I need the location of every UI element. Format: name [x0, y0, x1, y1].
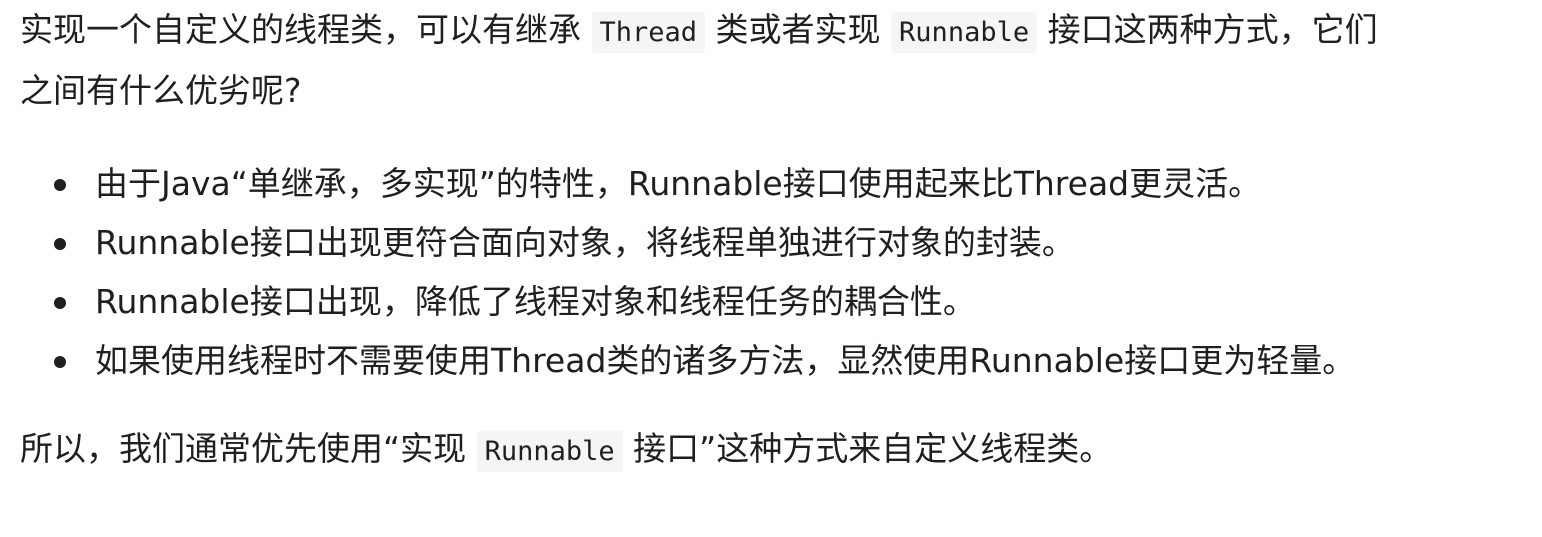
list-item-text: Runnable接口出现，降低了线程对象和线程任务的耦合性。: [95, 282, 976, 321]
list-item: 由于Java“单继承，多实现”的特性，Runnable接口使用起来比Thread…: [20, 154, 1320, 213]
bullet-dot-icon: [54, 297, 66, 309]
list-item-text: 由于Java“单继承，多实现”的特性，Runnable接口使用起来比Thread…: [95, 164, 1262, 203]
inline-code-thread: Thread: [591, 12, 706, 53]
list-item: Runnable接口出现更符合面向对象，将线程单独进行对象的封装。: [20, 213, 1320, 272]
outro-text-2: 接口”这种方式来自定义线程类。: [633, 429, 1113, 468]
list-item-text: 如果使用线程时不需要使用Thread类的诸多方法，显然使用Runnable接口更…: [95, 341, 1356, 380]
bullet-dot-icon: [54, 238, 66, 250]
document-body: 实现一个自定义的线程类，可以有继承 Thread 类或者实现 Runnable …: [0, 0, 1542, 537]
advantages-list: 由于Java“单继承，多实现”的特性，Runnable接口使用起来比Thread…: [20, 154, 1355, 390]
list-item-text: Runnable接口出现更符合面向对象，将线程单独进行对象的封装。: [95, 223, 1075, 262]
conclusion-paragraph: 所以，我们通常优先使用“实现 Runnable 接口”这种方式来自定义线程类。: [20, 420, 1380, 481]
list-item: 如果使用线程时不需要使用Thread类的诸多方法，显然使用Runnable接口更…: [20, 331, 1355, 390]
intro-text-2: 类或者实现: [715, 10, 881, 49]
intro-text-1: 实现一个自定义的线程类，可以有继承: [20, 10, 581, 49]
list-item: Runnable接口出现，降低了线程对象和线程任务的耦合性。: [20, 272, 1320, 331]
inline-code-runnable: Runnable: [891, 12, 1038, 53]
inline-code-runnable-2: Runnable: [476, 431, 623, 472]
intro-paragraph: 实现一个自定义的线程类，可以有继承 Thread 类或者实现 Runnable …: [20, 0, 1380, 120]
bullet-dot-icon: [54, 356, 66, 368]
bullet-dot-icon: [54, 179, 66, 191]
outro-text-1: 所以，我们通常优先使用“实现: [20, 429, 467, 468]
